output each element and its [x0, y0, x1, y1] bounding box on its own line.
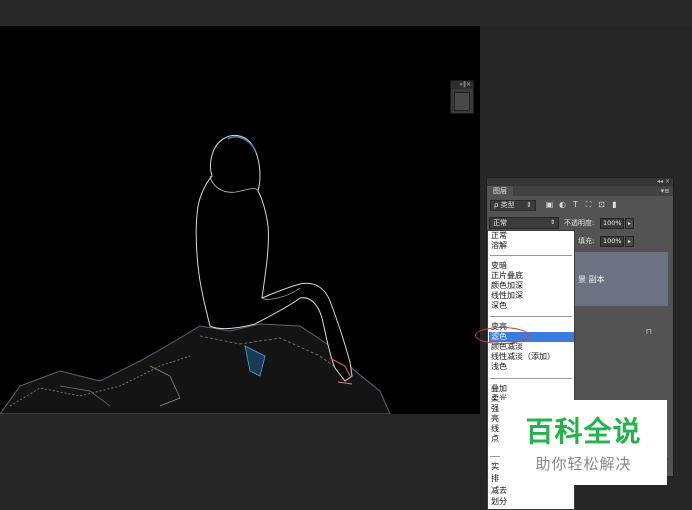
blend-option[interactable]: 线性加深 [491, 291, 523, 301]
edge-glow-image [0, 134, 391, 414]
blend-option[interactable]: 深色 [491, 301, 507, 311]
layer-copy-name: 景 副本 [578, 275, 605, 284]
layers-tab-row: 图层 ▾≡ [487, 186, 673, 196]
document-canvas[interactable] [0, 26, 480, 414]
layer-row-copy[interactable]: 景 副本 [575, 252, 668, 306]
collapsed-panel-dock: «‖× [450, 80, 474, 114]
blend-option[interactable]: 点 [491, 434, 499, 444]
highlight-ellipse-annotation [475, 327, 529, 344]
workspace-top-bar [0, 0, 692, 26]
blend-mode-value: 正常 [493, 219, 507, 227]
fill-input[interactable]: 100% [600, 236, 624, 247]
filter-type-icons: ▣ ◐ T ⛶ ⊡ ▮ [545, 200, 619, 211]
properties-panel-icon[interactable] [454, 92, 470, 111]
lock-icon: ⊓ [645, 327, 652, 336]
blend-mode-select[interactable]: 正常 ⇕ [489, 217, 559, 229]
adjustment-filter-icon[interactable]: ◐ [558, 200, 567, 209]
tab-layers[interactable]: 图层 [487, 186, 513, 196]
filter-toggle-icon[interactable]: ▮ [610, 200, 619, 209]
blend-option[interactable]: 变暗 [491, 261, 507, 271]
blend-option[interactable]: 强 [491, 404, 499, 414]
type-filter-icon[interactable]: T [571, 200, 580, 209]
menu-separator [490, 255, 572, 256]
blend-option[interactable]: 溶解 [491, 241, 507, 251]
layer-filter-row: ρ 类型 ⇕ ▣ ◐ T ⛶ ⊡ ▮ [487, 198, 675, 212]
menu-separator [490, 378, 572, 379]
blend-option[interactable]: 线性减淡（添加） [491, 352, 555, 362]
blend-option[interactable]: 正常 [491, 231, 507, 241]
fill-slider-toggle[interactable]: ▸ [625, 236, 634, 247]
watermark-logo: 百科全说 助你轻松解决 [500, 400, 667, 485]
blend-option[interactable]: 浅色 [491, 362, 507, 372]
smart-object-filter-icon[interactable]: ⊡ [597, 200, 606, 209]
panel-menu-icon[interactable]: ▾≡ [661, 186, 670, 196]
watermark-title: 百科全说 [525, 415, 642, 448]
blend-option[interactable]: 实 [491, 462, 499, 472]
canvas-pasteboard [0, 414, 480, 510]
shape-filter-icon[interactable]: ⛶ [584, 200, 593, 209]
fill-label: 填充: [578, 237, 595, 245]
mini-panel-header: «‖× [451, 81, 473, 89]
blend-option[interactable]: 线 [491, 424, 499, 434]
menu-separator [490, 316, 572, 317]
chevron-updown-icon: ⇕ [549, 219, 555, 226]
layer-row-background[interactable]: ⊓ [575, 306, 668, 362]
filter-kind-select[interactable]: ρ 类型 ⇕ [490, 200, 536, 211]
filter-dropdown-icon: ⇕ [526, 201, 532, 209]
opacity-input[interactable]: 100% [600, 218, 624, 229]
filter-kind-label: ρ 类型 [494, 201, 515, 209]
layers-panel-title-bar: ◂◂ × [487, 178, 673, 186]
blend-option[interactable]: 叠加 [491, 384, 507, 394]
blend-opacity-row: 正常 ⇕ 不透明度: 100% ▸ [487, 215, 675, 230]
blend-option[interactable]: 正片叠底 [491, 271, 523, 281]
blend-option[interactable]: 减去 [491, 486, 507, 496]
blend-option[interactable]: 亮 [491, 414, 499, 424]
opacity-slider-toggle[interactable]: ▸ [625, 218, 634, 229]
blend-option[interactable]: 划分 [491, 497, 507, 507]
blend-option[interactable]: 排 [491, 474, 499, 484]
watermark-subtitle: 助你轻松解决 [535, 455, 632, 473]
pixel-filter-icon[interactable]: ▣ [545, 200, 554, 209]
opacity-label: 不透明度: [564, 219, 595, 227]
blend-option[interactable]: 颜色加深 [491, 281, 523, 291]
